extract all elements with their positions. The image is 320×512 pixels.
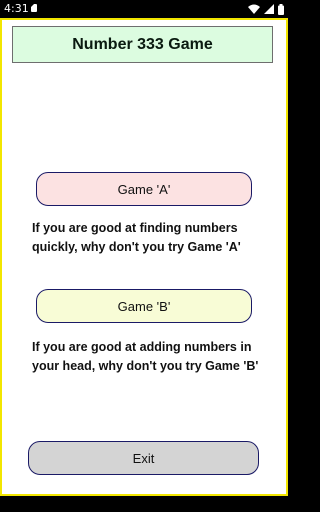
game-a-button[interactable]: Game 'A' bbox=[36, 172, 252, 206]
status-icons bbox=[248, 3, 284, 15]
game-a-description: If you are good at finding numbers quick… bbox=[32, 221, 241, 254]
app-screen: Number 333 Game Game 'A' If you are good… bbox=[0, 18, 288, 496]
game-b-button[interactable]: Game 'B' bbox=[36, 289, 252, 323]
signal-icon bbox=[264, 4, 274, 14]
status-time: 4:31 bbox=[4, 2, 29, 15]
wifi-icon bbox=[248, 4, 260, 14]
exit-button[interactable]: Exit bbox=[28, 441, 259, 475]
navigation-bar bbox=[0, 496, 288, 512]
status-bar: 4:31 bbox=[0, 0, 288, 18]
battery-icon bbox=[278, 3, 284, 15]
page-title: Number 333 Game bbox=[12, 26, 273, 63]
sd-card-icon bbox=[31, 4, 37, 12]
game-b-description: If you are good at adding numbers in you… bbox=[32, 340, 259, 373]
